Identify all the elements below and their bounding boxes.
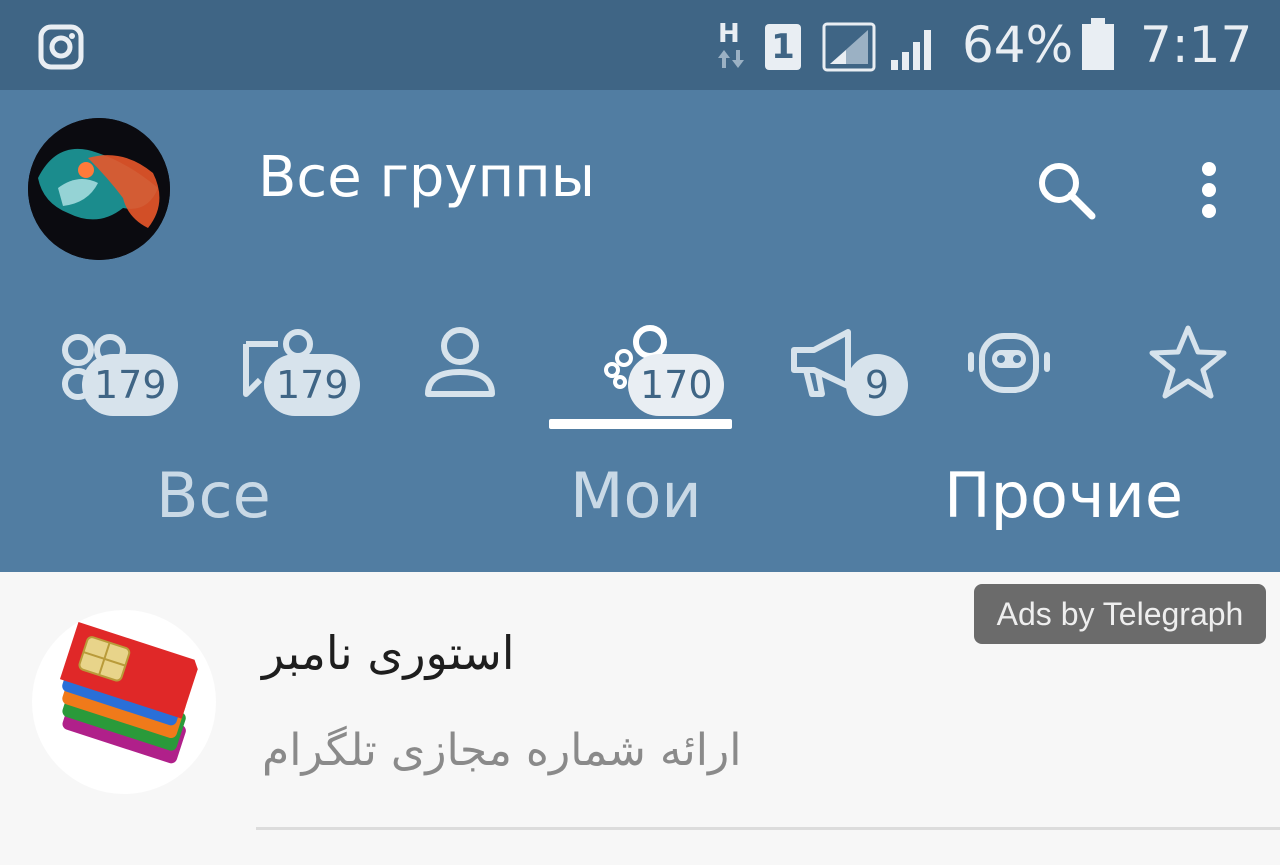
tab-badge: 179 [82, 354, 178, 416]
tab-bots[interactable] [962, 316, 1052, 426]
tab-badge: 9 [846, 354, 908, 416]
list-divider [256, 827, 1280, 830]
tab-channels[interactable]: 9 [786, 316, 916, 426]
star-icon [1149, 325, 1227, 399]
battery-icon [1082, 18, 1114, 70]
tab-groups[interactable]: 179 [236, 316, 366, 426]
signal-icon [822, 22, 876, 72]
tab-badge: 170 [628, 354, 724, 416]
sim-cards-icon [59, 622, 198, 764]
chat-avatar [32, 610, 216, 794]
bot-icon [968, 333, 1050, 393]
avatar-image [28, 118, 170, 260]
filter-mine[interactable]: Мои [570, 458, 702, 534]
tab-selected-indicator [549, 419, 732, 429]
data-arrows-icon: H [716, 20, 746, 72]
network-type-label: H [718, 19, 740, 49]
profile-avatar[interactable] [28, 118, 170, 260]
user-icon [425, 327, 495, 397]
tab-all-chats[interactable]: 179 [52, 316, 182, 426]
status-bar: H 1 64% 7:17 [0, 0, 1280, 90]
clock: 7:17 [1140, 16, 1253, 74]
filter-other[interactable]: Прочие [944, 458, 1183, 534]
search-icon[interactable] [1034, 158, 1098, 222]
chat-subtitle: ارائه شماره مجازی تلگرام [262, 725, 742, 776]
tab-favorites[interactable] [1146, 316, 1236, 426]
tab-supergroup[interactable]: 170 [596, 316, 736, 426]
tab-badge: 179 [264, 354, 360, 416]
signal-icon [891, 30, 931, 70]
sim-icon: 1 [765, 24, 801, 70]
page-title: Все группы [258, 145, 596, 210]
chat-title: استوری نامبر [262, 626, 515, 680]
tab-user[interactable] [414, 316, 504, 426]
sim-slot-label: 1 [771, 27, 795, 67]
filter-all[interactable]: Все [156, 458, 271, 534]
more-vert-icon[interactable] [1196, 160, 1222, 220]
battery-percent: 64% [962, 16, 1074, 74]
instagram-icon [38, 24, 84, 70]
